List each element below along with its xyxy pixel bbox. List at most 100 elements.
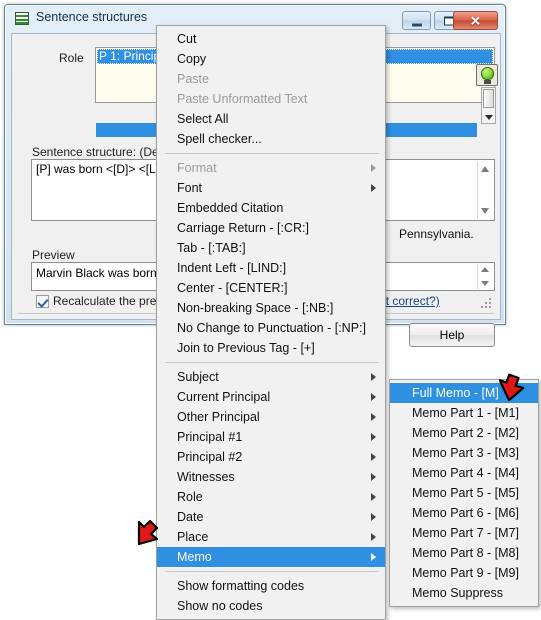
menu-item-label: Format: [177, 161, 217, 175]
lightbulb-icon: [481, 67, 494, 80]
role-list-scrollbar[interactable]: [481, 87, 496, 124]
submenu-item-label: Memo Part 2 - [M2]: [412, 426, 519, 440]
menu-item-role[interactable]: Role: [157, 487, 385, 507]
menu-item-label: Embedded Citation: [177, 201, 284, 215]
help-button[interactable]: Help: [409, 323, 495, 347]
chevron-up-icon[interactable]: [481, 267, 489, 272]
chevron-right-icon: [371, 473, 376, 481]
chevron-right-icon: [371, 393, 376, 401]
menu-item-label: Non-breaking Space - [:NB:]: [177, 301, 334, 315]
submenu-item-label: Memo Part 5 - [M5]: [412, 486, 519, 500]
chevron-right-icon: [371, 453, 376, 461]
menu-item-center-center[interactable]: Center - [CENTER:]: [157, 278, 385, 298]
chevron-right-icon: [371, 413, 376, 421]
submenu-item-label: Memo Part 9 - [M9]: [412, 566, 519, 580]
menu-item-label: Carriage Return - [:CR:]: [177, 221, 309, 235]
menu-item-label: Principal #1: [177, 430, 243, 444]
menu-item-witnesses[interactable]: Witnesses: [157, 467, 385, 487]
menu-item-label: Paste Unformatted Text: [177, 92, 308, 106]
menu-item-subject[interactable]: Subject: [157, 367, 385, 387]
menu-item-no-change-to-punctuation-np[interactable]: No Change to Punctuation - [:NP:]: [157, 318, 385, 338]
submenu-item-memo-part-8-m8[interactable]: Memo Part 8 - [M8]: [390, 543, 538, 563]
menu-item-other-principal[interactable]: Other Principal: [157, 407, 385, 427]
menu-item-label: Principal #2: [177, 450, 243, 464]
role-label: Role: [59, 51, 84, 65]
resize-grip[interactable]: [481, 298, 493, 310]
menu-item-label: Date: [177, 510, 204, 524]
menu-item-current-principal[interactable]: Current Principal: [157, 387, 385, 407]
menu-separator: [165, 362, 379, 363]
submenu-item-label: Memo Part 3 - [M3]: [412, 446, 519, 460]
menu-item-memo[interactable]: Memo: [157, 547, 385, 567]
menu-item-show-no-codes[interactable]: Show no codes: [157, 596, 385, 616]
preview-scrollbar[interactable]: [477, 264, 493, 289]
submenu-item-memo-part-9-m9[interactable]: Memo Part 9 - [M9]: [390, 563, 538, 583]
menu-item-label: Subject: [177, 370, 219, 384]
menu-separator: [165, 571, 379, 572]
menu-item-date[interactable]: Date: [157, 507, 385, 527]
submenu-item-memo-part-6-m6[interactable]: Memo Part 6 - [M6]: [390, 503, 538, 523]
close-icon: ✕: [470, 13, 481, 28]
submenu-item-memo-part-2-m2[interactable]: Memo Part 2 - [M2]: [390, 423, 538, 443]
menu-item-label: No Change to Punctuation - [:NP:]: [177, 321, 366, 335]
preview-value-tail: Pennsylvania.: [399, 227, 474, 241]
submenu-item-full-memo-m[interactable]: Full Memo - [M]: [390, 383, 538, 403]
memo-submenu[interactable]: Full Memo - [M] Memo Part 1 - [M1] Memo Pa…: [389, 379, 539, 607]
submenu-item-label: Memo Part 7 - [M7]: [412, 526, 519, 540]
submenu-item-memo-part-5-m5[interactable]: Memo Part 5 - [M5]: [390, 483, 538, 503]
window-title: Sentence structures: [36, 10, 148, 24]
menu-item-label: Show no codes: [177, 599, 263, 613]
menu-item-copy[interactable]: Copy: [157, 49, 385, 69]
menu-item-carriage-return-cr[interactable]: Carriage Return - [:CR:]: [157, 218, 385, 238]
sentence-structure-scrollbar[interactable]: [477, 161, 493, 219]
menu-item-label: Font: [177, 181, 203, 195]
hint-button[interactable]: [476, 64, 498, 86]
chevron-right-icon: [371, 184, 376, 192]
submenu-item-label: Memo Part 6 - [M6]: [412, 506, 519, 520]
submenu-item-memo-part-1-m1[interactable]: Memo Part 1 - [M1]: [390, 403, 538, 423]
preview-label: Preview: [32, 248, 75, 262]
menu-item-tab-tab[interactable]: Tab - [:TAB:]: [157, 238, 385, 258]
maximize-icon: [443, 16, 454, 25]
chevron-up-icon[interactable]: [481, 166, 489, 172]
close-button[interactable]: ✕: [453, 11, 498, 30]
menu-item-indent-left-lind[interactable]: Indent Left - [LIND:]: [157, 258, 385, 278]
chevron-right-icon: [371, 533, 376, 541]
menu-item-non-breaking-space-nb[interactable]: Non-breaking Space - [:NB:]: [157, 298, 385, 318]
menu-item-select-all[interactable]: Select All: [157, 109, 385, 129]
menu-item-embedded-citation[interactable]: Embedded Citation: [157, 198, 385, 218]
minimize-button[interactable]: [402, 11, 431, 30]
menu-item-show-formatting-codes[interactable]: Show formatting codes: [157, 576, 385, 596]
submenu-item-memo-suppress[interactable]: Memo Suppress: [390, 583, 538, 603]
submenu-item-label: Memo Suppress: [412, 586, 504, 600]
chevron-right-icon: [371, 373, 376, 381]
menu-item-label: Select All: [177, 112, 229, 126]
menu-item-principal-2[interactable]: Principal #2: [157, 447, 385, 467]
menu-item-paste-unformatted-text: Paste Unformatted Text: [157, 89, 385, 109]
recalculate-checkbox[interactable]: [36, 295, 49, 308]
submenu-item-memo-part-3-m3[interactable]: Memo Part 3 - [M3]: [390, 443, 538, 463]
chevron-right-icon: [371, 433, 376, 441]
menu-item-join-to-previous-tag[interactable]: Join to Previous Tag - [+]: [157, 338, 385, 358]
submenu-item-label: Memo Part 4 - [M4]: [412, 466, 519, 480]
submenu-item-memo-part-7-m7[interactable]: Memo Part 7 - [M7]: [390, 523, 538, 543]
submenu-item-memo-part-4-m4[interactable]: Memo Part 4 - [M4]: [390, 463, 538, 483]
menu-item-principal-1[interactable]: Principal #1: [157, 427, 385, 447]
chevron-down-icon[interactable]: [481, 208, 489, 214]
menu-item-label: Current Principal: [177, 390, 271, 404]
lightbulb-base: [484, 80, 491, 84]
chevron-down-icon[interactable]: [485, 115, 493, 120]
menu-item-label: Paste: [177, 72, 209, 86]
menu-item-spell-checker[interactable]: Spell checker...: [157, 129, 385, 149]
menu-item-label: Spell checker...: [177, 132, 262, 146]
menu-item-font[interactable]: Font: [157, 178, 385, 198]
menu-item-label: Join to Previous Tag - [+]: [177, 341, 315, 355]
menu-item-place[interactable]: Place: [157, 527, 385, 547]
menu-item-label: Other Principal: [177, 410, 260, 424]
chevron-right-icon: [371, 553, 376, 561]
chevron-down-icon[interactable]: [481, 281, 489, 286]
menu-item-label: Witnesses: [177, 470, 235, 484]
context-menu[interactable]: Cut Copy Paste Paste Unformatted Text Select…: [156, 25, 386, 620]
scrollbar-thumb[interactable]: [483, 89, 494, 108]
menu-item-cut[interactable]: Cut: [157, 29, 385, 49]
